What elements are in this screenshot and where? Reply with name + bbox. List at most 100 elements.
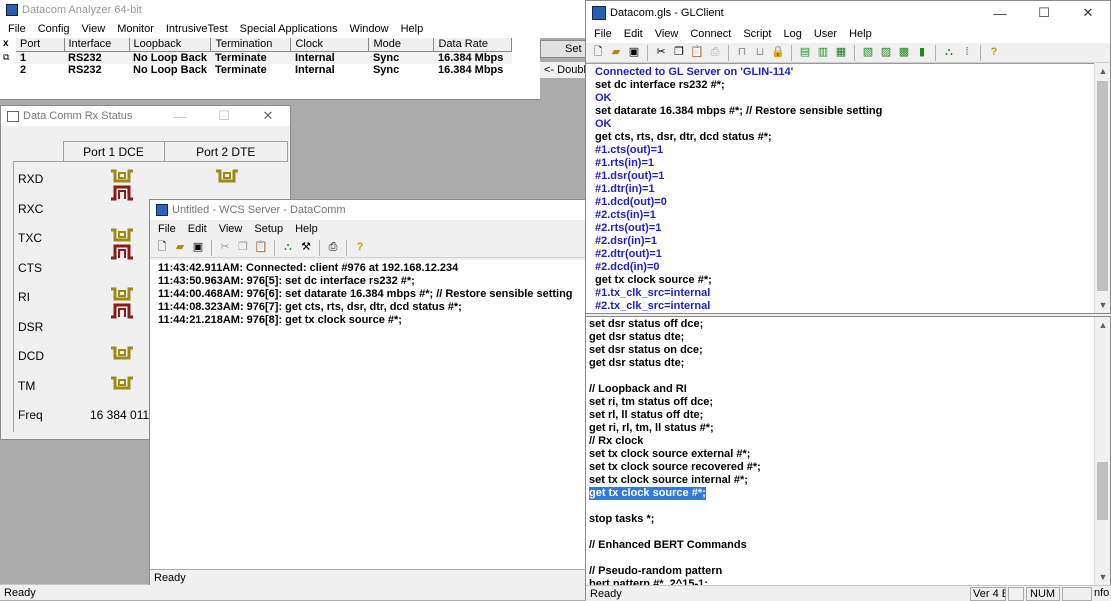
script-line[interactable] [589, 552, 1096, 565]
menu-file[interactable]: File [588, 28, 618, 40]
menu-connect[interactable]: Connect [684, 28, 737, 40]
wcs-titlebar[interactable]: Untitled - WCS Server - DataComm [150, 200, 588, 220]
menu-log[interactable]: Log [777, 28, 807, 40]
script-line[interactable]: // Enhanced BERT Commands [589, 539, 1096, 552]
save-icon[interactable]: ▣ [626, 45, 642, 61]
table-close-icon[interactable]: x [3, 38, 13, 49]
menu-window[interactable]: Window [343, 23, 394, 35]
maximize-icon[interactable]: ☐ [1022, 3, 1066, 23]
menu-monitor[interactable]: Monitor [111, 23, 160, 35]
print-icon[interactable]: ⎙ [325, 240, 341, 256]
script-line[interactable]: // Rx clock [589, 435, 1096, 448]
script-line[interactable]: // Loopback and RI [589, 383, 1096, 396]
new-file-icon[interactable]: 🗋 [154, 240, 170, 256]
wcs-log-area[interactable]: 11:43:42.911AM: Connected: client #976 a… [150, 260, 588, 569]
help-icon[interactable]: ? [352, 240, 368, 256]
network-icon[interactable]: ⛬ [941, 45, 957, 61]
minimize-icon[interactable]: — [978, 3, 1022, 23]
maximize-icon[interactable]: ☐ [202, 106, 246, 126]
cut-icon[interactable]: ✂ [653, 45, 669, 61]
menu-user[interactable]: User [808, 28, 843, 40]
script-line[interactable]: get tx clock source #*; [589, 487, 706, 500]
script-line[interactable]: set tx clock source recovered #*; [589, 461, 1096, 474]
output-scrollbar[interactable]: ▲ ▼ [1094, 63, 1110, 313]
script-line[interactable] [589, 500, 1096, 513]
menu-intrusivetest[interactable]: IntrusiveTest [160, 23, 234, 35]
copy-icon[interactable]: ❐ [671, 45, 687, 61]
menu-config[interactable]: Config [32, 23, 76, 35]
run-script-icon[interactable]: ▧ [860, 45, 876, 61]
menu-view[interactable]: View [213, 223, 249, 235]
menu-script[interactable]: Script [737, 28, 777, 40]
column-header-mode[interactable]: Mode [368, 38, 435, 52]
save-script-icon[interactable]: ▦ [833, 45, 849, 61]
script-line[interactable]: set ri, tm status off dce; [589, 396, 1096, 409]
column-header-data-rate[interactable]: Data Rate [433, 38, 513, 52]
disconnect-icon[interactable]: ⊔ [752, 45, 768, 61]
cut-icon[interactable]: ✂ [217, 240, 233, 256]
menu-help[interactable]: Help [289, 223, 324, 235]
open-folder-icon[interactable]: ▰ [608, 45, 624, 61]
paste-icon[interactable]: 📋 [689, 45, 705, 61]
glclient-titlebar[interactable]: Datacom.gls - GLClient — ☐ ✕ [586, 1, 1110, 25]
menu-help[interactable]: Help [843, 28, 878, 40]
scroll-down-icon[interactable]: ▼ [1095, 569, 1111, 585]
scroll-down-icon[interactable]: ▼ [1095, 297, 1111, 313]
traffic-light-icon[interactable]: ⁞ [959, 45, 975, 61]
open-script-icon[interactable]: ▥ [815, 45, 831, 61]
script-line[interactable] [589, 370, 1096, 383]
scroll-up-icon[interactable]: ▲ [1095, 63, 1111, 79]
analyzer-titlebar[interactable]: Datacom Analyzer 64-bit [0, 0, 600, 20]
menu-edit[interactable]: Edit [618, 28, 649, 40]
scroll-thumb[interactable] [1097, 81, 1108, 291]
script-line[interactable]: set tx clock source internal #*; [589, 474, 1096, 487]
menu-file[interactable]: File [152, 223, 182, 235]
copy-icon[interactable]: ❐ [235, 240, 251, 256]
step-icon[interactable]: ▩ [896, 45, 912, 61]
script-line[interactable]: set tx clock source external #*; [589, 448, 1096, 461]
scroll-up-icon[interactable]: ▲ [1095, 317, 1111, 333]
print-icon[interactable]: ⎙ [707, 45, 723, 61]
paste-icon[interactable]: 📋 [253, 240, 269, 256]
column-header-interface[interactable]: Interface [64, 38, 130, 52]
rx-status-titlebar[interactable]: Data Comm Rx Status — ☐ ✕ [1, 106, 290, 126]
script-line[interactable]: set rl, ll status off dte; [589, 409, 1096, 422]
scroll-thumb[interactable] [1097, 462, 1108, 520]
column-header-clock[interactable]: Clock [290, 38, 370, 52]
table-row[interactable]: 2 RS232 No Loop Back Terminate Internal Sync 1… [16, 64, 512, 76]
lock-icon[interactable]: 🔒 [770, 45, 786, 61]
column-header-loopback[interactable]: Loopback [129, 38, 212, 52]
run-selection-icon[interactable]: ▨ [878, 45, 894, 61]
glclient-output-pane[interactable]: Connected to GL Server on 'GLIN-114' set … [586, 63, 1096, 313]
table-row[interactable]: 1 RS232 No Loop Back Terminate Internal Sync 1… [16, 51, 512, 64]
menu-setup[interactable]: Setup [248, 223, 289, 235]
script-line[interactable]: set dsr status on dce; [589, 344, 1096, 357]
stop-icon[interactable]: ▮ [914, 45, 930, 61]
menu-special-applications[interactable]: Special Applications [234, 23, 344, 35]
close-icon[interactable]: ✕ [1066, 3, 1110, 23]
menu-view[interactable]: View [649, 28, 685, 40]
script-line[interactable]: get ri, rl, tm, ll status #*; [589, 422, 1096, 435]
menu-edit[interactable]: Edit [182, 223, 213, 235]
script-line[interactable]: get dsr status dte; [589, 357, 1096, 370]
menu-view[interactable]: View [76, 23, 112, 35]
open-folder-icon[interactable]: ▰ [172, 240, 188, 256]
script-line[interactable]: get dsr status dte; [589, 331, 1096, 344]
column-header-port[interactable]: Port [16, 38, 65, 52]
minimize-icon[interactable]: — [158, 106, 202, 126]
table-pin-icon[interactable]: ⧉ [3, 52, 13, 63]
help-icon[interactable]: ? [986, 45, 1002, 61]
script-line[interactable]: stop tasks *; [589, 513, 1096, 526]
script-line[interactable]: bert pattern #*, 2^15-1; [589, 578, 1096, 585]
close-icon[interactable]: ✕ [246, 106, 290, 126]
network-icon[interactable]: ⛬ [280, 240, 296, 256]
tool-icon[interactable]: ⚒ [298, 240, 314, 256]
new-script-icon[interactable]: ▤ [797, 45, 813, 61]
connect-icon[interactable]: ⊓ [734, 45, 750, 61]
script-line[interactable]: // Pseudo-random pattern [589, 565, 1096, 578]
menu-file[interactable]: File [2, 23, 32, 35]
glclient-script-pane[interactable]: set dsr status off dce; get dsr status dt… [586, 317, 1096, 585]
menu-help[interactable]: Help [395, 23, 430, 35]
script-scrollbar[interactable]: ▲ ▼ [1094, 317, 1110, 585]
script-line[interactable]: set dsr status off dce; [589, 318, 1096, 331]
